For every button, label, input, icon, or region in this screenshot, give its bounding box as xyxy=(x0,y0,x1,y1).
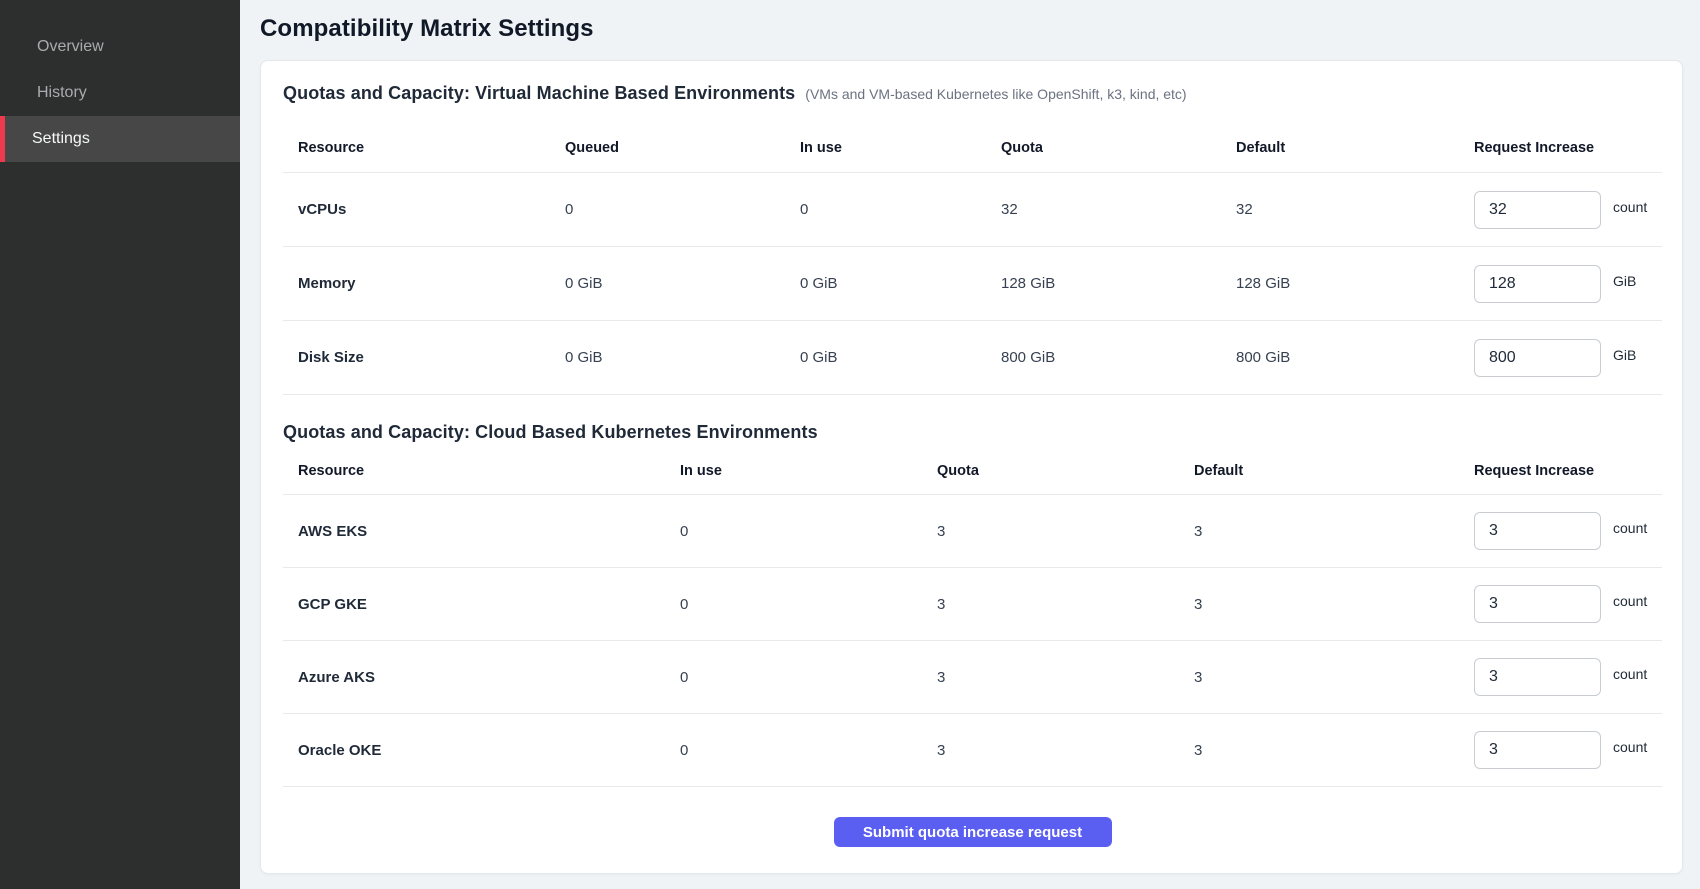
default-value: 3 xyxy=(1194,596,1474,613)
request-increase-cell: GiB xyxy=(1474,265,1662,303)
column-header-resource: Resource xyxy=(298,463,680,479)
queued-value: 0 xyxy=(565,201,800,218)
sidebar-item-history[interactable]: History xyxy=(0,70,240,116)
column-header-default: Default xyxy=(1194,463,1474,479)
column-header-resource: Resource xyxy=(298,140,565,156)
sidebar-item-label: Overview xyxy=(37,38,104,56)
request-increase-cell: count xyxy=(1474,585,1662,623)
quota-value: 128 GiB xyxy=(1001,275,1236,292)
k8s-quota-table: Resource In use Quota Default Request In… xyxy=(283,443,1662,787)
quota-value: 3 xyxy=(937,596,1194,613)
vm-table-header-row: Resource Queued In use Quota Default Req… xyxy=(283,104,1662,173)
sidebar-item-settings[interactable]: Settings xyxy=(0,116,240,162)
table-row-oracle-oke: Oracle OKE 0 3 3 count xyxy=(283,714,1662,787)
table-row-azure-aks: Azure AKS 0 3 3 count xyxy=(283,641,1662,714)
unit-label: count xyxy=(1613,739,1647,755)
disk-size-request-input[interactable] xyxy=(1474,339,1601,377)
column-header-queued: Queued xyxy=(565,140,800,156)
unit-label: count xyxy=(1613,199,1647,215)
table-row-aws-eks: AWS EKS 0 3 3 count xyxy=(283,495,1662,568)
table-row-vcpus: vCPUs 0 0 32 32 count xyxy=(283,173,1662,247)
memory-request-input[interactable] xyxy=(1474,265,1601,303)
in-use-value: 0 GiB xyxy=(800,275,1001,292)
column-header-in-use: In use xyxy=(800,140,1001,156)
resource-name: vCPUs xyxy=(298,201,565,218)
unit-label: GiB xyxy=(1613,273,1636,289)
default-value: 128 GiB xyxy=(1236,275,1474,292)
quota-settings-card: Quotas and Capacity: Virtual Machine Bas… xyxy=(260,60,1683,874)
queued-value: 0 GiB xyxy=(565,275,800,292)
column-header-quota: Quota xyxy=(937,463,1194,479)
column-header-in-use: In use xyxy=(680,463,937,479)
quota-value: 800 GiB xyxy=(1001,349,1236,366)
main-content: Compatibility Matrix Settings Quotas and… xyxy=(240,0,1700,889)
k8s-section-header: Quotas and Capacity: Cloud Based Kuberne… xyxy=(283,422,1662,443)
azure-aks-request-input[interactable] xyxy=(1474,658,1601,696)
column-header-default: Default xyxy=(1236,140,1474,156)
queued-value: 0 GiB xyxy=(565,349,800,366)
in-use-value: 0 GiB xyxy=(800,349,1001,366)
default-value: 3 xyxy=(1194,669,1474,686)
unit-label: count xyxy=(1613,520,1647,536)
column-header-request-increase: Request Increase xyxy=(1474,463,1662,479)
submit-quota-increase-button[interactable]: Submit quota increase request xyxy=(834,817,1112,847)
quota-value: 3 xyxy=(937,742,1194,759)
default-value: 3 xyxy=(1194,523,1474,540)
default-value: 800 GiB xyxy=(1236,349,1474,366)
unit-label: GiB xyxy=(1613,347,1636,363)
vcpus-request-input[interactable] xyxy=(1474,191,1601,229)
page-title: Compatibility Matrix Settings xyxy=(260,12,1683,46)
table-row-disk-size: Disk Size 0 GiB 0 GiB 800 GiB 800 GiB Gi… xyxy=(283,321,1662,395)
vm-section-subtitle: (VMs and VM-based Kubernetes like OpenSh… xyxy=(805,86,1186,102)
in-use-value: 0 xyxy=(680,669,937,686)
resource-name: AWS EKS xyxy=(298,523,680,540)
request-increase-cell: count xyxy=(1474,731,1662,769)
resource-name: Memory xyxy=(298,275,565,292)
unit-label: count xyxy=(1613,593,1647,609)
table-row-gcp-gke: GCP GKE 0 3 3 count xyxy=(283,568,1662,641)
table-row-memory: Memory 0 GiB 0 GiB 128 GiB 128 GiB GiB xyxy=(283,247,1662,321)
in-use-value: 0 xyxy=(680,523,937,540)
k8s-table-header-row: Resource In use Quota Default Request In… xyxy=(283,443,1662,495)
resource-name: Disk Size xyxy=(298,349,565,366)
oracle-oke-request-input[interactable] xyxy=(1474,731,1601,769)
sidebar: Overview History Settings xyxy=(0,0,240,889)
sidebar-item-overview[interactable]: Overview xyxy=(0,24,240,70)
sidebar-item-label: Settings xyxy=(32,130,90,148)
column-header-request-increase: Request Increase xyxy=(1474,140,1662,156)
resource-name: Azure AKS xyxy=(298,669,680,686)
gcp-gke-request-input[interactable] xyxy=(1474,585,1601,623)
vm-section-header: Quotas and Capacity: Virtual Machine Bas… xyxy=(283,83,1662,104)
vm-quota-table: Resource Queued In use Quota Default Req… xyxy=(283,104,1662,395)
resource-name: Oracle OKE xyxy=(298,742,680,759)
column-header-quota: Quota xyxy=(1001,140,1236,156)
quota-value: 3 xyxy=(937,669,1194,686)
k8s-section-title: Quotas and Capacity: Cloud Based Kuberne… xyxy=(283,422,818,443)
vm-section-title: Quotas and Capacity: Virtual Machine Bas… xyxy=(283,83,795,104)
in-use-value: 0 xyxy=(680,596,937,613)
quota-value: 3 xyxy=(937,523,1194,540)
in-use-value: 0 xyxy=(680,742,937,759)
unit-label: count xyxy=(1613,666,1647,682)
in-use-value: 0 xyxy=(800,201,1001,218)
request-increase-cell: count xyxy=(1474,512,1662,550)
resource-name: GCP GKE xyxy=(298,596,680,613)
submit-button-row: Submit quota increase request xyxy=(283,787,1662,847)
request-increase-cell: count xyxy=(1474,658,1662,696)
aws-eks-request-input[interactable] xyxy=(1474,512,1601,550)
request-increase-cell: GiB xyxy=(1474,339,1662,377)
sidebar-item-label: History xyxy=(37,84,87,102)
default-value: 32 xyxy=(1236,201,1474,218)
app-window: Overview History Settings Compatibility … xyxy=(0,0,1700,889)
default-value: 3 xyxy=(1194,742,1474,759)
quota-value: 32 xyxy=(1001,201,1236,218)
request-increase-cell: count xyxy=(1474,191,1662,229)
